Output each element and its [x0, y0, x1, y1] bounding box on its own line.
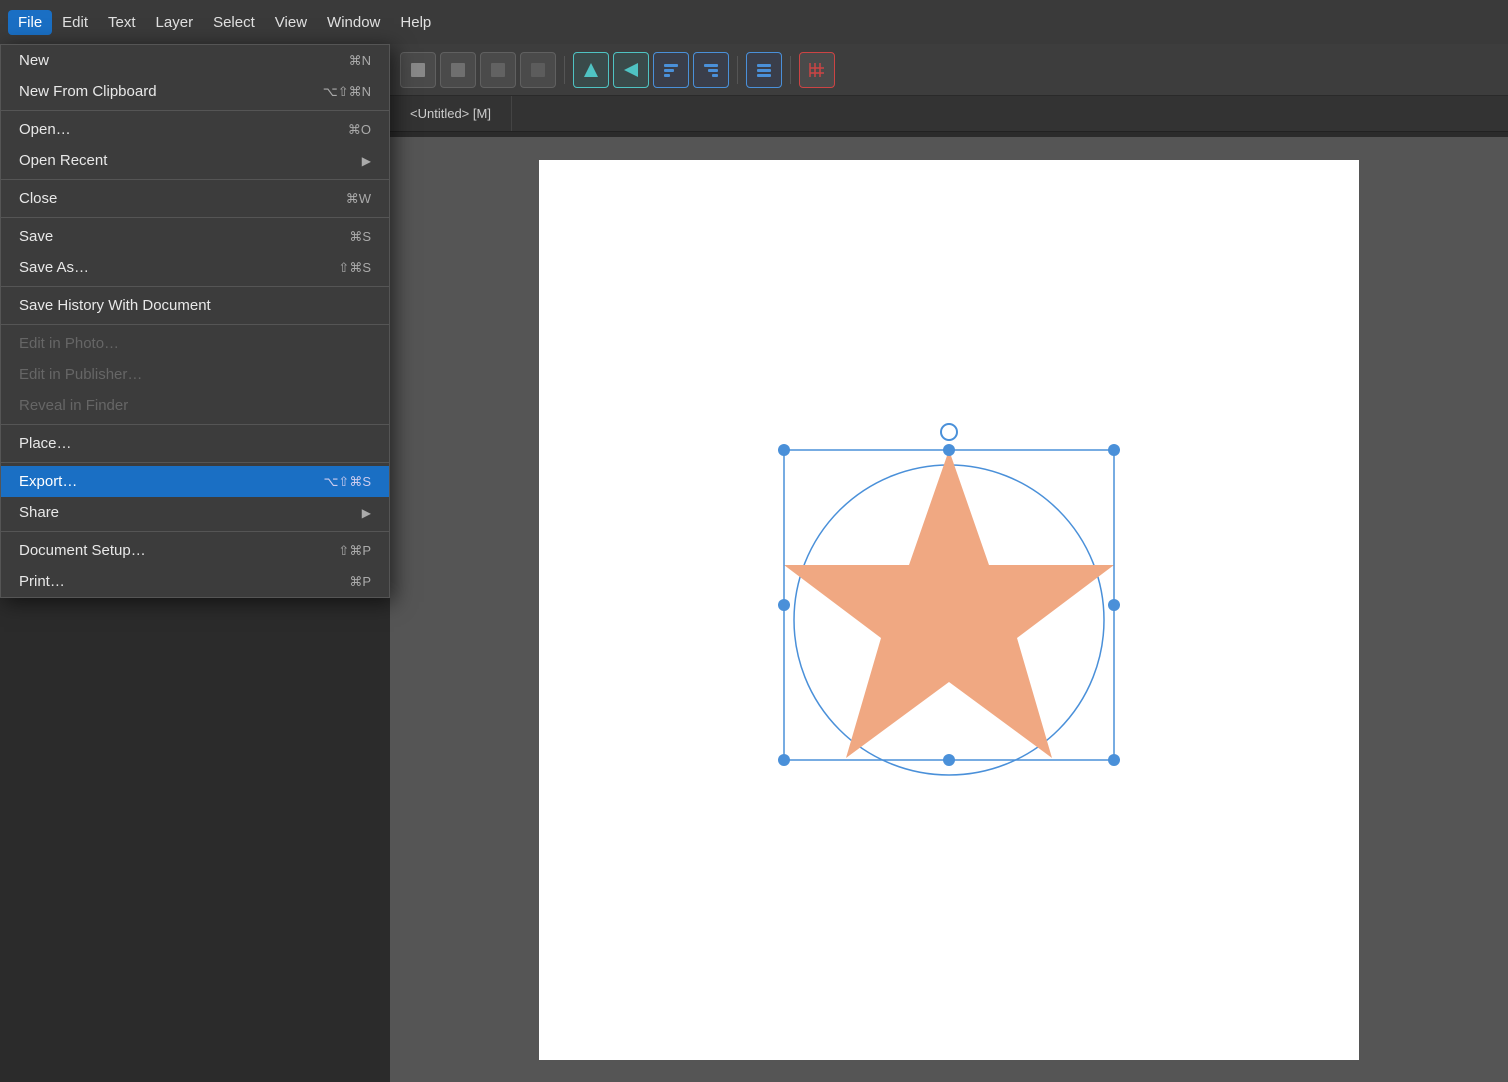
menu-separator-2: [1, 179, 389, 180]
handle-mid-right[interactable]: [1108, 599, 1120, 611]
toolbar-btn-grid[interactable]: [799, 52, 835, 88]
menu-separator-7: [1, 462, 389, 463]
handle-bot-right[interactable]: [1108, 754, 1120, 766]
menu-item-edit-in-publisher: Edit in Publisher…: [1, 359, 389, 390]
menubar: File Edit Text Layer Select View Window …: [0, 0, 1508, 44]
tab-untitled[interactable]: <Untitled> [M]: [390, 96, 512, 131]
menubar-item-file[interactable]: File: [8, 10, 52, 35]
canvas-area: [390, 137, 1508, 1082]
file-dropdown-menu: New ⌘N New From Clipboard ⌥⇧⌘N Open… ⌘O …: [0, 44, 390, 598]
toolbar-btn-triangle-left[interactable]: [613, 52, 649, 88]
handle-top-left[interactable]: [778, 444, 790, 456]
menu-item-close[interactable]: Close ⌘W: [1, 183, 389, 214]
menubar-item-layer[interactable]: Layer: [146, 10, 204, 35]
canvas-white: [539, 160, 1359, 1060]
menu-item-open-recent[interactable]: Open Recent ▶: [1, 145, 389, 176]
menubar-item-view[interactable]: View: [265, 10, 317, 35]
handle-mid-left[interactable]: [778, 599, 790, 611]
menu-item-open[interactable]: Open… ⌘O: [1, 114, 389, 145]
handle-top-center[interactable]: [943, 444, 955, 456]
toolbar-divider-3: [790, 56, 791, 84]
handle-bot-center[interactable]: [943, 754, 955, 766]
menu-separator-4: [1, 286, 389, 287]
toolbar-btn-triangle[interactable]: [573, 52, 609, 88]
menu-item-new-from-clipboard[interactable]: New From Clipboard ⌥⇧⌘N: [1, 76, 389, 107]
share-arrow-icon: ▶: [362, 506, 371, 520]
open-recent-arrow-icon: ▶: [362, 154, 371, 168]
toolbar: [390, 44, 1508, 96]
tabbar: <Untitled> [M]: [390, 96, 1508, 132]
menu-item-place[interactable]: Place…: [1, 428, 389, 459]
menu-separator-6: [1, 424, 389, 425]
toolbar-btn-4[interactable]: [520, 52, 556, 88]
toolbar-btn-1[interactable]: [400, 52, 436, 88]
toolbar-divider-2: [737, 56, 738, 84]
menu-item-export[interactable]: Export… ⌥⇧⌘S: [1, 466, 389, 497]
menu-item-new[interactable]: New ⌘N: [1, 45, 389, 76]
menu-item-reveal-in-finder: Reveal in Finder: [1, 390, 389, 421]
menu-separator-3: [1, 217, 389, 218]
menubar-item-select[interactable]: Select: [203, 10, 265, 35]
menubar-item-help[interactable]: Help: [390, 10, 441, 35]
toolbar-btn-align[interactable]: [653, 52, 689, 88]
toolbar-btn-3[interactable]: [480, 52, 516, 88]
menu-item-document-setup[interactable]: Document Setup… ⇧⌘P: [1, 535, 389, 566]
menu-item-share[interactable]: Share ▶: [1, 497, 389, 528]
menu-separator-1: [1, 110, 389, 111]
toolbar-btn-2[interactable]: [440, 52, 476, 88]
star-svg: [769, 410, 1129, 810]
menu-item-edit-in-photo: Edit in Photo…: [1, 328, 389, 359]
star-shape-container: [769, 410, 1129, 810]
star-polygon: [784, 450, 1114, 758]
menu-separator-8: [1, 531, 389, 532]
menu-item-save[interactable]: Save ⌘S: [1, 221, 389, 252]
menu-item-print[interactable]: Print… ⌘P: [1, 566, 389, 597]
toolbar-divider-1: [564, 56, 565, 84]
rotation-handle[interactable]: [941, 424, 957, 440]
menubar-item-window[interactable]: Window: [317, 10, 390, 35]
toolbar-btn-layers[interactable]: [746, 52, 782, 88]
handle-bot-left[interactable]: [778, 754, 790, 766]
toolbar-btn-align2[interactable]: [693, 52, 729, 88]
handle-top-right[interactable]: [1108, 444, 1120, 456]
menu-separator-5: [1, 324, 389, 325]
menubar-item-edit[interactable]: Edit: [52, 10, 98, 35]
menu-item-save-history[interactable]: Save History With Document: [1, 290, 389, 321]
menubar-item-text[interactable]: Text: [98, 10, 146, 35]
menu-item-save-as[interactable]: Save As… ⇧⌘S: [1, 252, 389, 283]
